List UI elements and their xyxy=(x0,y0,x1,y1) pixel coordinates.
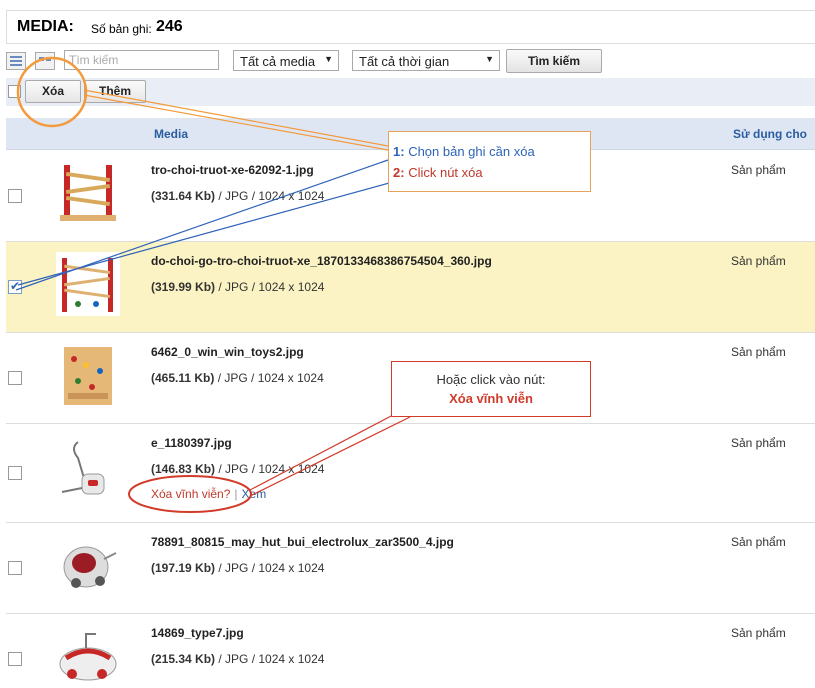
page-title: MEDIA: xyxy=(17,18,74,35)
list-view-icon[interactable] xyxy=(6,52,26,70)
filter-toolbar: Tất cả media ▼ Tất cả thời gian ▼ Tìm ki… xyxy=(6,49,815,74)
chevron-down-icon: ▼ xyxy=(324,54,333,64)
view-link[interactable]: Xem xyxy=(242,487,267,501)
file-meta: (215.34 Kb) / JPG / 1024 x 1024 xyxy=(151,652,324,666)
record-count: 246 xyxy=(156,18,183,35)
grid-view-icon[interactable] xyxy=(35,52,55,70)
file-size: (331.64 Kb) xyxy=(151,189,216,203)
product-thumbnail[interactable] xyxy=(56,624,120,688)
row-checkbox[interactable] xyxy=(8,189,22,203)
chevron-down-icon: ▼ xyxy=(485,54,494,64)
step-2-text: Click nút xóa xyxy=(408,165,483,180)
media-type-select[interactable]: Tất cả media ▼ xyxy=(233,50,339,71)
select-all-checkbox[interactable] xyxy=(8,85,21,98)
file-format: / JPG / 1024 x 1024 xyxy=(215,462,325,476)
file-size: (319.99 Kb) xyxy=(151,280,216,294)
alternate-instruction-callout: Hoặc click vào nút: Xóa vĩnh viễn xyxy=(391,361,591,417)
product-thumbnail[interactable] xyxy=(56,434,120,498)
file-name[interactable]: tro-choi-truot-xe-62092-1.jpg xyxy=(151,163,314,177)
instruction-callout: 1: Chọn bản ghi cần xóa 2: Click nút xóa xyxy=(388,131,591,192)
file-meta: (197.19 Kb) / JPG / 1024 x 1024 xyxy=(151,561,324,575)
step-2-number: 2: xyxy=(393,165,405,180)
file-format: / JPG / 1024 x 1024 xyxy=(215,189,325,203)
file-size: (465.11 Kb) xyxy=(151,371,215,385)
page-header: MEDIA: Số bản ghi: 246 xyxy=(6,10,815,44)
usage-value: Sản phẩm xyxy=(731,626,786,640)
file-meta: (331.64 Kb) / JPG / 1024 x 1024 xyxy=(151,189,324,203)
media-type-select-value: Tất cả media xyxy=(240,54,316,69)
row-checkbox[interactable] xyxy=(8,652,22,666)
file-size: (215.34 Kb) xyxy=(151,652,216,666)
usage-value: Sản phẩm xyxy=(731,345,786,359)
file-name[interactable]: e_1180397.jpg xyxy=(151,436,232,450)
file-format: / JPG / 1024 x 1024 xyxy=(215,280,325,294)
file-name[interactable]: 6462_0_win_win_toys2.jpg xyxy=(151,345,304,359)
product-thumbnail[interactable] xyxy=(56,161,120,225)
product-thumbnail[interactable] xyxy=(56,252,120,316)
delete-button[interactable]: Xóa xyxy=(25,80,81,103)
usage-value: Sản phẩm xyxy=(731,163,786,177)
file-format: / JPG / 1024 x 1024 xyxy=(215,561,325,575)
row-checkbox-checked[interactable] xyxy=(8,279,22,294)
file-size: (146.83 Kb) xyxy=(151,462,216,476)
file-name[interactable]: do-choi-go-tro-choi-truot-xe_18701334683… xyxy=(151,254,492,268)
action-bar: Xóa Thêm xyxy=(6,78,815,106)
table-row: 78891_80815_may_hut_bui_electrolux_zar35… xyxy=(6,523,815,614)
table-row: 14869_type7.jpg (215.34 Kb) / JPG / 1024… xyxy=(6,614,815,684)
alt-instruction-highlight: Xóa vĩnh viễn xyxy=(449,391,533,406)
usage-value: Sản phẩm xyxy=(731,535,786,549)
file-name[interactable]: 14869_type7.jpg xyxy=(151,626,244,640)
search-input[interactable] xyxy=(64,50,219,70)
delete-permanently-link[interactable]: Xóa vĩnh viễn? xyxy=(151,487,230,501)
usage-value: Sản phẩm xyxy=(731,254,786,268)
step-1-text: Chọn bản ghi cần xóa xyxy=(408,144,535,159)
time-range-select[interactable]: Tất cả thời gian ▼ xyxy=(352,50,500,71)
add-button[interactable]: Thêm xyxy=(84,80,146,103)
file-size: (197.19 Kb) xyxy=(151,561,216,575)
alt-instruction-text: Hoặc click vào nút: xyxy=(436,372,546,387)
usage-value: Sản phẩm xyxy=(731,436,786,450)
table-row: e_1180397.jpg (146.83 Kb) / JPG / 1024 x… xyxy=(6,424,815,523)
row-checkbox[interactable] xyxy=(8,371,22,385)
file-meta: (146.83 Kb) / JPG / 1024 x 1024 xyxy=(151,462,324,476)
step-1: 1: Chọn bản ghi cần xóa xyxy=(393,144,535,159)
file-meta: (319.99 Kb) / JPG / 1024 x 1024 xyxy=(151,280,324,294)
record-count-label: Số bản ghi: xyxy=(91,22,152,36)
table-row-selected: do-choi-go-tro-choi-truot-xe_18701334683… xyxy=(6,242,815,333)
row-checkbox[interactable] xyxy=(8,466,22,480)
link-separator: | xyxy=(234,487,238,501)
file-meta: (465.11 Kb) / JPG / 1024 x 1024 xyxy=(151,371,324,385)
file-name[interactable]: 78891_80815_may_hut_bui_electrolux_zar35… xyxy=(151,535,454,549)
column-header-media: Media xyxy=(154,127,189,141)
row-actions: Xóa vĩnh viễn? | Xem xyxy=(151,487,266,501)
column-header-usage: Sử dụng cho xyxy=(732,127,807,141)
file-format: / JPG / 1024 x 1024 xyxy=(214,371,324,385)
file-format: / JPG / 1024 x 1024 xyxy=(215,652,325,666)
search-button[interactable]: Tìm kiếm xyxy=(506,49,602,73)
product-thumbnail[interactable] xyxy=(56,533,120,597)
row-checkbox[interactable] xyxy=(8,561,22,575)
step-2: 2: Click nút xóa xyxy=(393,165,483,180)
time-range-select-value: Tất cả thời gian xyxy=(359,54,450,69)
product-thumbnail[interactable] xyxy=(56,343,120,407)
step-1-number: 1: xyxy=(393,144,405,159)
